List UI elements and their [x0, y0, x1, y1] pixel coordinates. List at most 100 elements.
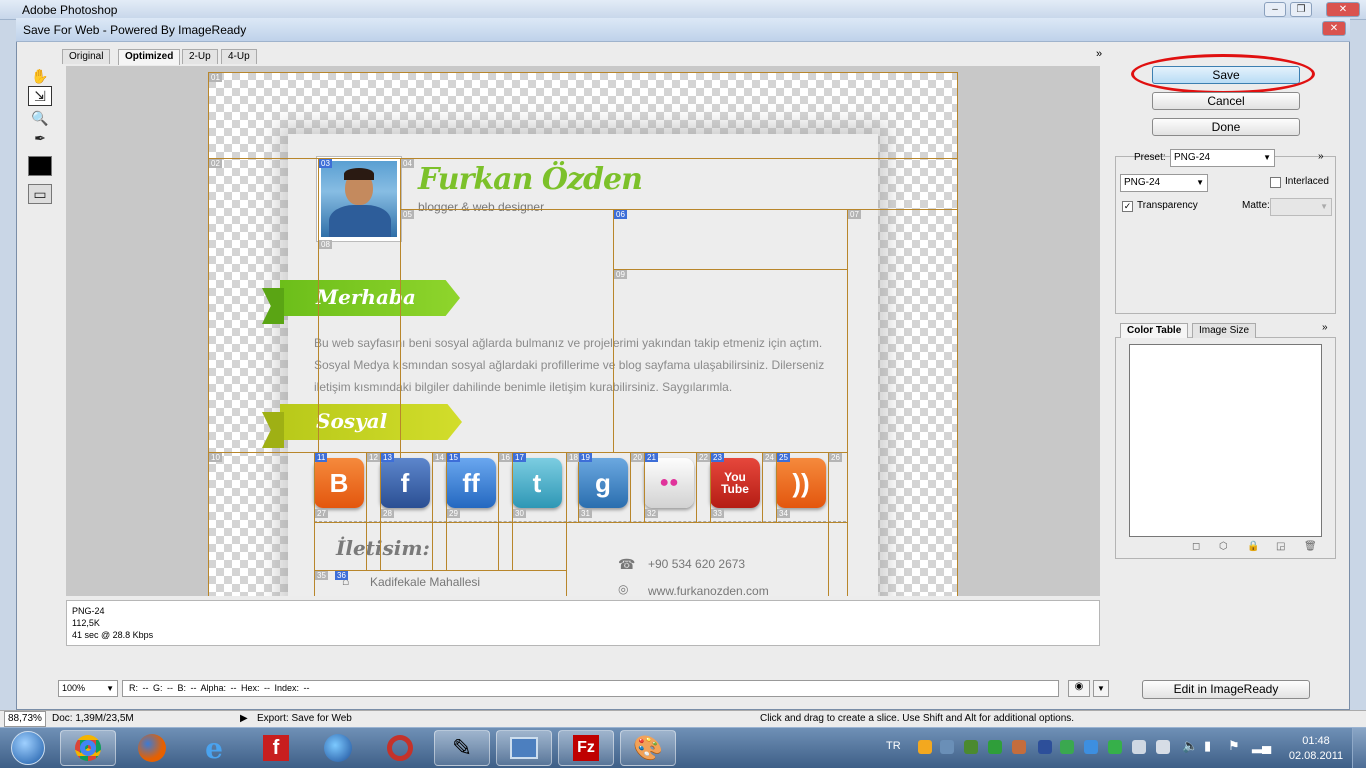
dialog-close-icon[interactable]: ✕ [1322, 21, 1346, 36]
eyedropper-icon[interactable]: ✒ [28, 128, 52, 148]
interlaced-checkbox[interactable] [1270, 177, 1281, 188]
slice-number: 18 [567, 453, 580, 462]
tray-icon[interactable] [1038, 740, 1052, 754]
toggle-slices-icon[interactable]: ▭ [28, 184, 52, 204]
lock-color-icon[interactable]: 🔒 [1247, 541, 1259, 552]
settings-menu-icon[interactable]: » [1318, 151, 1324, 162]
zoom-icon[interactable]: 🔍 [28, 108, 52, 128]
slice-number: 28 [381, 509, 394, 518]
volume-icon[interactable]: 🔈 [1182, 738, 1198, 754]
ribbon-sosyal-medya: Sosyal Medya [280, 404, 462, 440]
clock[interactable]: 01:48 02.08.2011 [1288, 734, 1344, 764]
minimize-icon[interactable]: – [1264, 2, 1286, 17]
dialog-titlebar: Save For Web - Powered By ImageReady ✕ [16, 18, 1350, 42]
tray-icon[interactable] [918, 740, 932, 754]
tab-color-table[interactable]: Color Table [1120, 323, 1189, 338]
format-select[interactable]: PNG-24 ▼ [1120, 174, 1208, 192]
firefox-icon[interactable] [124, 730, 180, 766]
tray-icon[interactable] [940, 740, 954, 754]
ie-icon[interactable]: e [186, 730, 242, 766]
cancel-button[interactable]: Cancel [1152, 92, 1300, 110]
tray-icon[interactable] [964, 740, 978, 754]
matte-select[interactable]: ▼ [1270, 198, 1332, 216]
slice-number: 34 [777, 509, 790, 518]
flag-icon[interactable]: ⚑ [1228, 738, 1240, 754]
slice-line [314, 570, 566, 571]
close-icon[interactable]: ✕ [1326, 2, 1360, 17]
zoom-select[interactable]: 100% ▼ [58, 680, 118, 697]
hand-icon[interactable]: ✋ [28, 66, 52, 86]
chrome-icon[interactable] [60, 730, 116, 766]
network-tray-icon[interactable]: ▂▄ [1252, 738, 1271, 754]
web-shift-icon[interactable]: ⬡ [1219, 541, 1228, 552]
slice-number: 23 [711, 453, 724, 462]
slice-line [208, 72, 958, 73]
new-color-icon[interactable]: ◲ [1276, 541, 1285, 552]
interlaced-label: Interlaced [1285, 176, 1329, 187]
preview-canvas[interactable]: Furkan Özden blogger & web designer Merh… [66, 66, 1100, 596]
color-swatch[interactable] [28, 156, 52, 176]
network-icon[interactable] [496, 730, 552, 766]
slice-number: 17 [513, 453, 526, 462]
map-transparent-icon[interactable]: ◻ [1192, 541, 1200, 552]
trash-icon[interactable]: 🗑 [1304, 541, 1317, 552]
status-doc: Doc: 1,39M/23,5M [52, 713, 134, 724]
slice-number: 20 [631, 453, 644, 462]
tab-original[interactable]: Original [62, 49, 111, 64]
done-button[interactable]: Done [1152, 118, 1300, 136]
slice-number: 19 [579, 453, 592, 462]
play-icon[interactable]: ▶ [240, 711, 248, 727]
maximize-icon[interactable]: ❐ [1290, 2, 1312, 17]
dialog-title: Save For Web - Powered By ImageReady [23, 23, 247, 37]
slice-line [208, 72, 209, 596]
tray-icon[interactable] [1132, 740, 1146, 754]
language-indicator[interactable]: TR [886, 740, 901, 752]
slice-number: 33 [711, 509, 724, 518]
slice-number: 07 [848, 210, 861, 219]
tray-icon[interactable] [1108, 740, 1122, 754]
color-table-grid[interactable] [1129, 344, 1322, 537]
status-hint: Click and drag to create a slice. Use Sh… [760, 713, 1075, 724]
tab-optimized[interactable]: Optimized [118, 49, 181, 65]
power-icon[interactable]: ▮ [1204, 738, 1211, 754]
edit-in-imageready-button[interactable]: Edit in ImageReady [1142, 680, 1310, 699]
opera-icon[interactable] [372, 730, 428, 766]
preset-select[interactable]: PNG-24 ▼ [1170, 149, 1275, 167]
optimization-info: PNG-24 112,5K 41 sec @ 28.8 Kbps [66, 600, 1100, 646]
address-text: Kadifekale Mahallesi [370, 575, 481, 589]
slice-line [762, 452, 763, 522]
transparency-checkbox[interactable]: ✓ [1122, 201, 1133, 212]
show-desktop-button[interactable] [1352, 728, 1366, 768]
slice-line [400, 209, 958, 210]
preview-menu-icon[interactable]: » [1096, 48, 1102, 60]
tray-icon[interactable] [1084, 740, 1098, 754]
matte-label: Matte: [1242, 200, 1270, 211]
status-zoom[interactable]: 88,73% [4, 711, 46, 727]
chevron-down-icon[interactable]: ▼ [1093, 680, 1109, 697]
tray-icon[interactable] [1012, 740, 1026, 754]
slice-number: 08 [319, 240, 332, 249]
site-name: Furkan Özden [418, 162, 643, 197]
slice-number: 05 [401, 210, 414, 219]
tray-icon[interactable] [1156, 740, 1170, 754]
ribbon-merhaba: Merhaba [280, 280, 460, 316]
filezilla-icon[interactable]: Fz [558, 730, 614, 766]
tray-icon[interactable] [988, 740, 1002, 754]
app-titlebar: Adobe Photoshop – ❐ ✕ [0, 0, 1366, 20]
slice-line [432, 452, 433, 570]
photoshop-icon[interactable]: ✎ [434, 730, 490, 766]
tray-icon[interactable] [1060, 740, 1074, 754]
flash-icon[interactable]: f [248, 730, 304, 766]
start-orb[interactable] [2, 730, 54, 766]
slice-number: 27 [315, 509, 328, 518]
tab-image-size[interactable]: Image Size [1192, 323, 1257, 338]
preview-in-browser-icon[interactable]: ◉ [1068, 680, 1090, 697]
tab-2up[interactable]: 2-Up [182, 49, 218, 64]
color-readout: R: -- G: -- B: -- Alpha: -- Hex: -- Inde… [122, 680, 1059, 697]
tab-4up[interactable]: 4-Up [221, 49, 257, 64]
slice-select-icon[interactable]: ⇲ [28, 86, 52, 106]
preset-label: Preset: [1134, 152, 1166, 163]
google-earth-icon[interactable] [310, 730, 366, 766]
color-table-menu-icon[interactable]: » [1322, 322, 1328, 333]
paint-icon[interactable]: 🎨 [620, 730, 676, 766]
